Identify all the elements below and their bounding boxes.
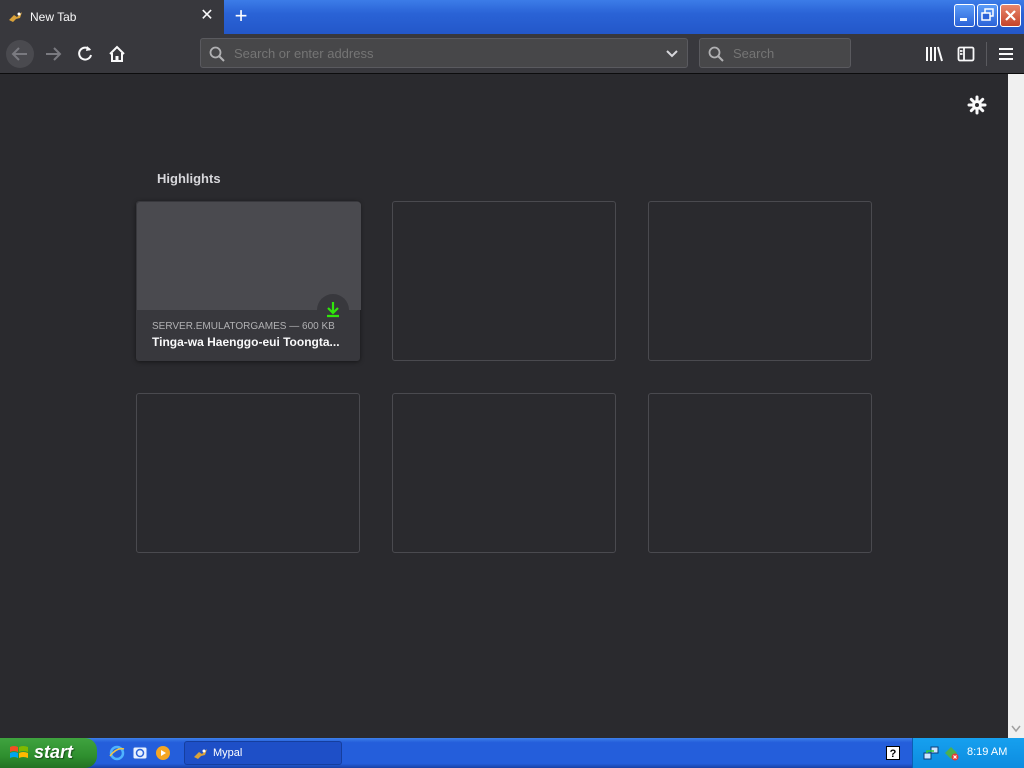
empty-card-placeholder — [136, 393, 360, 553]
home-icon — [109, 45, 125, 62]
help-icon[interactable]: ? — [886, 746, 900, 760]
card-title: Tinga-wa Haenggo-eui Toongta... — [152, 335, 340, 349]
forward-arrow-icon — [46, 47, 62, 61]
media-player-icon[interactable] — [155, 745, 171, 761]
outlook-express-icon[interactable] — [132, 745, 148, 761]
mypal-favicon-icon — [8, 9, 24, 25]
home-button[interactable] — [103, 40, 131, 68]
search-icon — [209, 46, 225, 67]
windows-logo-icon — [9, 744, 29, 767]
empty-card-placeholder — [648, 201, 872, 361]
title-bar: New Tab ✕ + — [0, 0, 1024, 34]
network-icon[interactable] — [923, 745, 939, 766]
minimize-button[interactable] — [954, 4, 975, 27]
highlight-card[interactable]: SERVER.EMULATORGAMES — 600 KB Tinga-wa H… — [136, 201, 361, 361]
search-icon — [708, 46, 724, 67]
minimize-icon — [960, 18, 967, 21]
taskbar-button-mypal[interactable]: Mypal — [184, 741, 342, 765]
navigation-toolbar — [0, 34, 1024, 74]
forward-button[interactable] — [39, 40, 67, 68]
reload-button[interactable] — [71, 40, 99, 68]
card-host: SERVER.EMULATORGAMES — 600 KB — [152, 321, 335, 332]
tab-title: New Tab — [30, 10, 77, 24]
vertical-scrollbar[interactable] — [1008, 74, 1024, 738]
gear-icon — [967, 95, 987, 115]
reload-icon — [78, 46, 92, 61]
close-icon — [1005, 10, 1016, 21]
empty-card-placeholder — [392, 393, 616, 553]
search-input[interactable] — [731, 45, 845, 62]
scroll-down-arrow-icon — [1011, 725, 1021, 733]
hamburger-icon — [999, 48, 1013, 60]
clock: 8:19 AM — [967, 746, 1008, 758]
start-label: start — [34, 742, 74, 762]
library-button[interactable] — [924, 44, 944, 69]
start-button[interactable]: start — [0, 738, 97, 768]
close-window-button[interactable] — [1000, 4, 1021, 27]
toolbar-separator — [986, 42, 987, 66]
empty-card-placeholder — [392, 201, 616, 361]
restore-icon — [981, 8, 994, 21]
highlights-title: Highlights — [157, 171, 221, 186]
tab-close-icon[interactable]: ✕ — [198, 7, 216, 25]
customize-button[interactable] — [966, 94, 988, 121]
new-tab-page: Highlights SERVER.EMULATORGAMES — 600 KB… — [0, 74, 1008, 738]
library-icon — [926, 46, 943, 62]
restore-button[interactable] — [977, 4, 998, 27]
mypal-app-icon — [193, 746, 209, 765]
empty-card-placeholder — [648, 393, 872, 553]
new-tab-button[interactable]: + — [230, 5, 252, 28]
taskbar: start Mypal ? 8:19 AM — [0, 738, 1024, 768]
security-alert-icon[interactable] — [943, 745, 959, 766]
system-tray: 8:19 AM — [912, 738, 1024, 768]
sidebar-button[interactable] — [956, 44, 976, 69]
address-input[interactable] — [232, 45, 656, 62]
address-bar[interactable] — [200, 38, 688, 68]
tab-new-tab[interactable]: New Tab ✕ — [0, 0, 224, 34]
internet-explorer-icon[interactable] — [109, 745, 125, 761]
back-arrow-icon — [11, 47, 27, 61]
back-button[interactable] — [6, 40, 34, 68]
menu-button[interactable] — [996, 44, 1016, 69]
search-bar[interactable] — [699, 38, 851, 68]
chevron-down-icon[interactable] — [665, 47, 679, 66]
sidebar-icon — [957, 46, 975, 62]
task-label: Mypal — [213, 747, 243, 759]
